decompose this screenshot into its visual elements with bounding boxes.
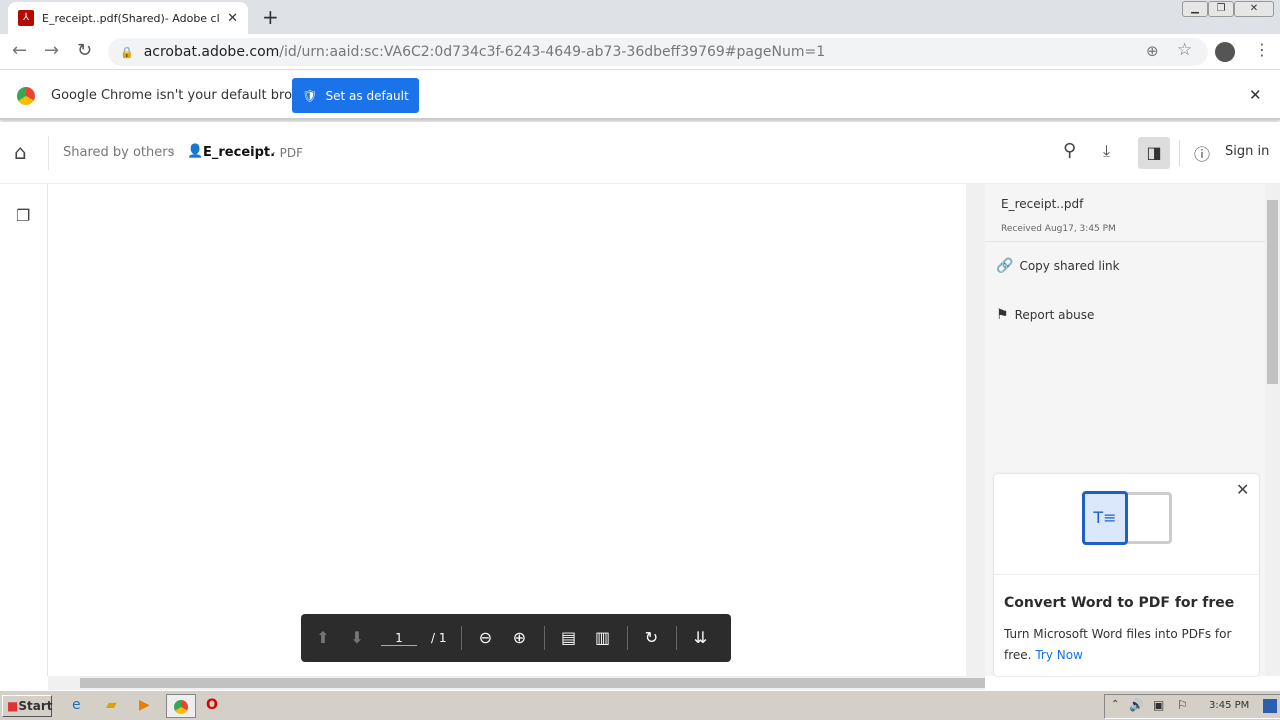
chevron-right-icon: › [170,144,175,158]
received-date: Received Aug17, 3:45 PM [1001,224,1116,234]
document-viewer [48,184,966,676]
report-abuse-button[interactable]: ⚑ Report abuse [996,307,1094,323]
word-doc-icon: T≡ [1082,491,1128,545]
url-input[interactable]: 🔒 acrobat.adobe.com/id/urn:aaid:sc:VA6C2… [108,38,1208,66]
close-promo-icon[interactable]: ✕ [1236,480,1249,499]
new-tab-button[interactable]: + [262,5,279,29]
report-abuse-label: Report abuse [1014,308,1095,322]
divider [1179,140,1180,166]
volume-icon[interactable]: 🔊 [1129,698,1144,712]
set-as-default-button[interactable]: 🛡 Set as default [292,78,419,113]
network-icon[interactable]: ▣ [1153,698,1164,712]
url-host: acrobat.adobe.com [143,44,280,60]
tab-bar: ⅄ E_receipt..pdf(Shared)- Adobe cloud ✕ … [0,0,1280,34]
start-label: Start [18,699,53,713]
show-desktop-icon[interactable] [1263,699,1277,713]
browser-tab[interactable]: ⅄ E_receipt..pdf(Shared)- Adobe cloud ✕ [8,2,248,34]
tray-expand-icon[interactable]: ⌃ [1111,699,1119,710]
start-button[interactable]: ■Start [2,695,52,717]
try-now-link[interactable]: Try Now [1035,648,1083,662]
divider [675,626,677,650]
promo-card: ✕ T≡ Convert Word to PDF for free Turn M… [994,474,1259,676]
star-icon[interactable]: ☆ [1177,40,1192,60]
divider [543,626,545,650]
default-browser-infobar: Google Chrome isn't your default browser… [0,71,1280,120]
rotate-icon[interactable]: ↻ [642,628,662,648]
close-tab-icon[interactable]: ✕ [227,11,238,26]
ie-icon[interactable]: e [72,697,81,713]
lock-icon: 🔒 [120,45,134,59]
flag-icon: ⚑ [996,307,1009,323]
app-header: ⌂ Shared by others › 👤 E_receipt. · PDF … [0,122,1280,184]
system-tray: ⌃ 🔊 ▣ ⚐ 3:45 PM [1104,694,1280,719]
taskbar: ■Start e ▰ ▶ O ⌃ 🔊 ▣ ⚐ 3:45 PM [0,690,1280,720]
url-text: acrobat.adobe.com/id/urn:aaid:sc:VA6C2:0… [144,44,825,60]
chrome-logo-icon [17,87,35,105]
search-icon[interactable]: ⚲ [1063,140,1076,161]
promo-title: Convert Word to PDF for free [1004,595,1235,611]
link-icon: 🔗 [996,258,1014,274]
promo-body: Turn Microsoft Word files into PDFs for … [1004,624,1234,666]
media-player-icon[interactable]: ▶ [139,697,150,713]
left-rail: ❐ [0,184,48,676]
divider [994,574,1259,575]
close-infobar-icon[interactable]: ✕ [1249,86,1262,104]
sign-in-link[interactable]: Sign in [1225,144,1269,159]
home-icon[interactable]: ⌂ [14,140,27,164]
panel-file-name: E_receipt..pdf [1001,197,1084,211]
help-icon[interactable]: ⓘ [1194,141,1210,165]
explorer-icon[interactable]: ▰ [106,697,117,713]
divider [626,626,628,650]
close-window-button[interactable]: ✕ [1234,1,1274,17]
zoom-icon[interactable]: ⊕ [1146,42,1159,60]
copy-shared-link-button[interactable]: 🔗 Copy shared link [996,258,1120,274]
page-toolbar: ⬆ ⬇ 1 / 1 ⊖ ⊕ ▤ ▥ ↻ ⇊ [301,614,731,662]
adobe-pdf-icon: ⅄ [18,10,34,26]
clock: 3:45 PM [1209,700,1250,711]
url-path: /id/urn:aaid:sc:VA6C2:0d734c3f-6243-4649… [279,44,826,60]
divider [985,241,1265,242]
flag-tray-icon[interactable]: ⚐ [1177,698,1188,712]
page-number-input[interactable]: 1 [381,631,417,646]
scroll-mode-icon[interactable]: ⇊ [691,628,711,648]
menu-icon[interactable]: ⋮ [1254,40,1270,59]
zoom-out-icon[interactable]: ⊖ [476,628,496,648]
pages-icon[interactable]: ❐ [16,206,30,225]
copy-link-label: Copy shared link [1019,259,1120,273]
divider [48,136,49,170]
pages-illustration [1124,492,1172,544]
chrome-taskbar-icon[interactable] [166,694,196,718]
fit-width-icon[interactable]: ▤ [559,628,579,648]
forward-icon[interactable]: → [44,40,59,61]
next-page-icon[interactable]: ⬇ [347,628,367,648]
shield-icon: 🛡 [302,88,318,103]
profile-icon[interactable] [1215,42,1235,62]
divider [460,626,462,650]
scroll-thumb[interactable] [1267,200,1278,384]
windows-logo-icon: ■ [7,699,19,713]
zoom-in-icon[interactable]: ⊕ [510,628,530,648]
opera-icon[interactable]: O [206,697,218,713]
tab-title: E_receipt..pdf(Shared)- Adobe cloud [42,11,220,25]
panel-toggle-icon[interactable]: ◨ [1138,137,1170,169]
set-default-label: Set as default [325,88,409,103]
gutter [966,184,985,676]
address-bar: ← → ↻ 🔒 acrobat.adobe.com/id/urn:aaid:sc… [0,34,1280,70]
shared-user-icon: 👤 [187,144,204,159]
reload-icon[interactable]: ↻ [77,40,92,61]
infobar-message: Google Chrome isn't your default browser [51,88,323,103]
back-icon[interactable]: ← [12,40,27,61]
scroll-thumb[interactable] [80,678,985,688]
prev-page-icon[interactable]: ⬆ [313,628,333,648]
minimize-button[interactable]: ▁ [1182,1,1208,17]
breadcrumb-shared[interactable]: Shared by others [63,145,174,160]
page-total: / 1 [431,631,447,645]
file-type: · PDF [272,146,304,160]
maximize-button[interactable]: ❐ [1208,1,1234,17]
vertical-scrollbar[interactable] [1265,184,1280,676]
download-icon[interactable]: ⤓ [1103,141,1110,161]
file-name: E_receipt. [203,145,276,160]
fit-page-icon[interactable]: ▥ [593,628,613,648]
horizontal-scrollbar[interactable] [48,676,985,690]
